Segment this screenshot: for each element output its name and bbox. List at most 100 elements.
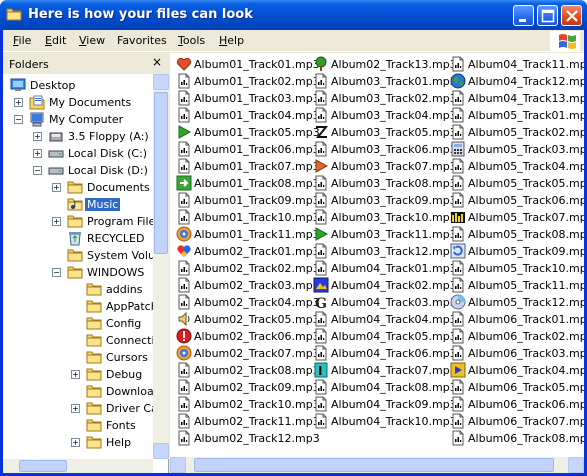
maximize-button[interactable] xyxy=(537,5,558,26)
collapse-button[interactable]: − xyxy=(14,115,23,124)
file-item[interactable]: Album03_Track09.mp3 xyxy=(313,192,457,209)
file-item[interactable]: Album03_Track05.mp3 xyxy=(313,124,457,141)
tree-item[interactable]: System Volume Information xyxy=(3,247,153,264)
tree-item[interactable]: − My Computer xyxy=(3,111,153,128)
file-item[interactable]: Album02_Track01.mp3 xyxy=(176,243,320,260)
file-item[interactable]: Album03_Track07.mp3 xyxy=(313,158,457,175)
file-item[interactable]: Album05_Track07.mp3 xyxy=(450,209,584,226)
expand-button[interactable]: + xyxy=(52,183,61,192)
file-item[interactable]: Album02_Track07.mp3 xyxy=(176,345,320,362)
menu-help[interactable]: Help xyxy=(219,34,244,47)
expand-button[interactable]: + xyxy=(33,149,42,158)
file-item[interactable]: Album01_Track04.mp3 xyxy=(176,107,320,124)
menu-edit[interactable]: Edit xyxy=(45,34,66,47)
tree-item[interactable]: +3.5 Floppy (A:) xyxy=(3,128,153,145)
file-item[interactable]: Album05_Track03.mp3 xyxy=(450,141,584,158)
file-item[interactable]: Album01_Track01.mp3 xyxy=(176,56,320,73)
file-item[interactable]: Album02_Track04.mp3 xyxy=(176,294,320,311)
tree-item[interactable]: RECYCLED xyxy=(3,230,153,247)
file-item[interactable]: Album03_Track08.mp3 xyxy=(313,175,457,192)
file-item[interactable]: Album04_Track11.mp3 xyxy=(450,56,584,73)
tree-item[interactable]: + Driver Cache xyxy=(3,400,153,417)
expand-button[interactable]: + xyxy=(71,404,80,413)
scroll-thumb[interactable] xyxy=(194,458,554,472)
file-item[interactable]: Album05_Track12.mp3 xyxy=(450,294,584,311)
scroll-down-button[interactable] xyxy=(153,443,169,459)
tree-item[interactable]: Config xyxy=(3,315,153,332)
tree-item[interactable]: + Local Disk (C:) xyxy=(3,145,153,162)
file-item[interactable]: Album03_Track12.mp3 xyxy=(313,243,457,260)
file-item[interactable]: Album02_Track06.mp3 xyxy=(176,328,320,345)
file-item[interactable]: Album03_Track02.mp3 xyxy=(313,90,457,107)
file-item[interactable]: Album05_Track06.mp3 xyxy=(450,192,584,209)
file-item[interactable]: Album04_Track05.mp3 xyxy=(313,328,457,345)
file-item[interactable]: Album02_Track05.mp3 xyxy=(176,311,320,328)
file-item[interactable]: Album02_Track11.mp3 xyxy=(176,413,320,430)
file-item[interactable]: Album02_Track13.mp3 xyxy=(313,56,457,73)
expand-button[interactable]: + xyxy=(33,132,42,141)
file-item[interactable]: Album05_Track11.mp3 xyxy=(450,277,584,294)
file-item[interactable]: Album02_Track09.mp3 xyxy=(176,379,320,396)
file-item[interactable]: Album01_Track02.mp3 xyxy=(176,73,320,90)
collapse-button[interactable]: − xyxy=(52,268,61,277)
file-item[interactable]: Album05_Track10.mp3 xyxy=(450,260,584,277)
file-item[interactable]: Album04_Track02.mp3 xyxy=(313,277,457,294)
file-item[interactable]: Album01_Track07.mp3 xyxy=(176,158,320,175)
tree-item[interactable]: Music xyxy=(3,196,153,213)
scroll-thumb[interactable] xyxy=(19,460,67,472)
file-item[interactable]: Album06_Track02.mp3 xyxy=(450,328,584,345)
tree-item[interactable]: + Help xyxy=(3,434,153,451)
file-item[interactable]: Album04_Track01.mp3 xyxy=(313,260,457,277)
file-item[interactable]: Album04_Track13.mp3 xyxy=(450,90,584,107)
folder-tree-horizontal-scrollbar[interactable] xyxy=(3,459,153,473)
file-item[interactable]: Album03_Track01.mp3 xyxy=(313,73,457,90)
close-button[interactable] xyxy=(561,5,582,26)
file-item[interactable]: Album04_Track10.mp3 xyxy=(313,413,457,430)
tree-item[interactable]: + Documents and Settings xyxy=(3,179,153,196)
file-item[interactable]: Album05_Track04.mp3 xyxy=(450,158,584,175)
file-item[interactable]: Album02_Track12.mp3 xyxy=(176,430,320,447)
scroll-left-button[interactable] xyxy=(170,457,186,473)
tree-item[interactable]: AppPatch xyxy=(3,298,153,315)
tree-item[interactable]: + Program Files xyxy=(3,213,153,230)
file-item[interactable]: Album04_Track08.mp3 xyxy=(313,379,457,396)
file-item[interactable]: Album05_Track02.mp3 xyxy=(450,124,584,141)
title-bar[interactable]: Here is how your files can look xyxy=(0,0,587,30)
tree-item[interactable]: Fonts xyxy=(3,417,153,434)
expand-button[interactable]: + xyxy=(71,438,80,447)
file-item[interactable]: Album02_Track08.mp3 xyxy=(176,362,320,379)
file-item[interactable]: Album04_Track12.mp3 xyxy=(450,73,584,90)
tree-item[interactable]: − Local Disk (D:) xyxy=(3,162,153,179)
file-item[interactable]: Album03_Track04.mp3 xyxy=(313,107,457,124)
scroll-up-button[interactable] xyxy=(153,74,169,90)
file-item[interactable]: Album01_Track06.mp3 xyxy=(176,141,320,158)
file-item[interactable]: Album06_Track04.mp3 xyxy=(450,362,584,379)
file-item[interactable]: Album05_Track05.mp3 xyxy=(450,175,584,192)
file-item[interactable]: Album01_Track11.mp3 xyxy=(176,226,320,243)
file-item[interactable]: Album03_Track11.mp3 xyxy=(313,226,457,243)
file-item[interactable]: Album04_Track04.mp3 xyxy=(313,311,457,328)
menu-tools[interactable]: Tools xyxy=(178,34,205,47)
file-item[interactable]: Album05_Track09.mp3 xyxy=(450,243,584,260)
collapse-button[interactable]: − xyxy=(33,166,42,175)
file-item[interactable]: Album06_Track01.mp3 xyxy=(450,311,584,328)
file-item[interactable]: G Album04_Track03.mp3 xyxy=(313,294,457,311)
file-item[interactable]: I Album04_Track07.mp3 xyxy=(313,362,457,379)
expand-button[interactable]: + xyxy=(52,217,61,226)
file-item[interactable]: Album06_Track08.mp3 xyxy=(450,430,584,447)
tree-item[interactable]: + My Documents xyxy=(3,94,153,111)
file-item[interactable]: Album01_Track09.mp3 xyxy=(176,192,320,209)
file-item[interactable]: Album01_Track05.mp3 xyxy=(176,124,320,141)
minimize-button[interactable] xyxy=(513,5,534,26)
expand-button[interactable]: + xyxy=(14,98,23,107)
file-item[interactable]: Album06_Track03.mp3 xyxy=(450,345,584,362)
tree-item[interactable]: addins xyxy=(3,281,153,298)
tree-item[interactable]: Desktop xyxy=(3,77,153,94)
file-item[interactable]: Album04_Track09.mp3 xyxy=(313,396,457,413)
tree-item[interactable]: − WINDOWS xyxy=(3,264,153,281)
file-item[interactable]: Album05_Track01.mp3 xyxy=(450,107,584,124)
file-item[interactable]: Album02_Track10.mp3 xyxy=(176,396,320,413)
file-item[interactable]: Album06_Track05.mp3 xyxy=(450,379,584,396)
file-item[interactable]: Album03_Track10.mp3 xyxy=(313,209,457,226)
tree-item[interactable]: + Debug xyxy=(3,366,153,383)
